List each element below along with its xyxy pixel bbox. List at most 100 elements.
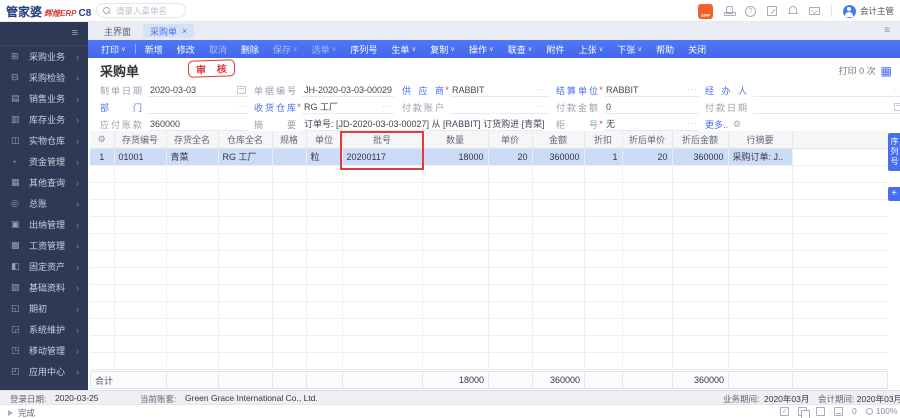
ellipsis-button[interactable]: ··· xyxy=(538,85,549,94)
compatibility-check-icon[interactable] xyxy=(780,407,789,416)
ellipsis-button[interactable]: ··· xyxy=(382,85,393,94)
table-row-empty[interactable] xyxy=(90,233,888,250)
col-header-discount[interactable]: 折扣 xyxy=(584,131,622,148)
ellipsis-button[interactable]: ··· xyxy=(687,85,698,94)
table-row-empty[interactable] xyxy=(90,301,888,318)
sidebar-item-fixed-assets[interactable]: ◧固定资产› xyxy=(0,256,88,277)
toolbar-next[interactable]: 下张∨ xyxy=(610,43,649,56)
field-accounts-payable[interactable]: 应付账款 360000 xyxy=(100,117,253,131)
col-header-warehouse[interactable]: 仓库全名 xyxy=(218,131,272,148)
field-payment-amount[interactable]: 付款金额 0 xyxy=(556,100,701,114)
table-row-empty[interactable] xyxy=(90,182,888,199)
tab-purchase-order[interactable]: 采购单 × xyxy=(143,24,194,38)
col-header-item-name[interactable]: 存货全名 xyxy=(166,131,218,148)
tab-menu-icon[interactable]: ≡ xyxy=(884,25,890,36)
stamp-icon[interactable] xyxy=(724,6,734,16)
qr-code-icon[interactable]: ▦ xyxy=(881,65,892,77)
field-payment-date[interactable]: 付款日期 xyxy=(705,100,900,114)
ellipsis-button[interactable]: ··· xyxy=(532,119,543,128)
cell-unit[interactable]: 粒 xyxy=(306,148,342,165)
col-header-spec[interactable]: 规格 xyxy=(272,131,306,148)
field-supplier[interactable]: 供应商* RABBIT··· xyxy=(402,83,552,97)
col-header-batch-no[interactable]: 批号 xyxy=(342,131,422,148)
table-row-empty[interactable] xyxy=(90,199,888,216)
col-header-unit[interactable]: 单位 xyxy=(306,131,342,148)
menu-search-box[interactable] xyxy=(96,3,186,18)
close-icon[interactable]: × xyxy=(182,26,187,36)
col-header-discounted-amount[interactable]: 折后金额 xyxy=(672,131,728,148)
cell-discounted-amount[interactable]: 360000 xyxy=(672,148,728,165)
toolbar-close[interactable]: 关闭 xyxy=(681,43,713,56)
ellipsis-button[interactable]: ··· xyxy=(538,102,549,111)
cell-warehouse[interactable]: RG 工厂 xyxy=(218,148,272,165)
sidebar-item-mobile[interactable]: ◳移动管理› xyxy=(0,340,88,361)
sidebar-item-opening-balance[interactable]: ◱期初› xyxy=(0,298,88,319)
table-row-empty[interactable] xyxy=(90,352,888,369)
more-link[interactable]: 更多.. xyxy=(705,118,728,131)
toolbar-print[interactable]: 打印∨ xyxy=(94,43,133,56)
search-input[interactable] xyxy=(114,5,178,17)
cell-batch-no[interactable]: 20200117 xyxy=(342,148,422,165)
toolbar-generate[interactable]: 生单∨ xyxy=(384,43,423,56)
col-header-discounted-price[interactable]: 折后单价 xyxy=(622,131,672,148)
sidebar-item-payroll[interactable]: ▩工资管理› xyxy=(0,235,88,256)
toolbar-new[interactable]: 新增 xyxy=(138,43,170,56)
cell-discounted-price[interactable]: 20 xyxy=(622,148,672,165)
toolbar-linked-query[interactable]: 联查∨ xyxy=(501,43,540,56)
sidebar-collapse-icon[interactable]: ≡ xyxy=(72,27,78,39)
table-row-selected[interactable]: 1 01001 青菜 RG 工厂 粒 20200117 18000 20 360… xyxy=(90,148,888,165)
calendar-icon[interactable] xyxy=(237,86,246,94)
app-promo-badge-icon[interactable]: APP xyxy=(698,4,713,19)
help-icon[interactable] xyxy=(745,6,756,17)
table-row-empty[interactable] xyxy=(90,267,888,284)
toolbar-attachment[interactable]: 附件 xyxy=(540,43,572,56)
cell-amount[interactable]: 360000 xyxy=(532,148,584,165)
toolbar-help[interactable]: 帮助 xyxy=(649,43,681,56)
cell-line-summary[interactable]: 采购订单: J.. xyxy=(728,148,792,165)
field-department[interactable]: 部门 ··· xyxy=(100,100,253,114)
col-header-line-summary[interactable]: 行摘要 xyxy=(728,131,792,148)
col-header-amount[interactable]: 金额 xyxy=(532,131,584,148)
col-header-unit-price[interactable]: 单价 xyxy=(488,131,532,148)
sidebar-item-funds[interactable]: ◔资金管理› xyxy=(0,151,88,172)
field-settlement-unit[interactable]: 结算单位* RABBIT··· xyxy=(556,83,701,97)
field-container-no[interactable]: 柜号* 无··· xyxy=(556,117,701,131)
sidebar-item-general-ledger[interactable]: ◎总账› xyxy=(0,193,88,214)
sidebar-item-other-query[interactable]: ▦其他查询› xyxy=(0,172,88,193)
toolbar-copy[interactable]: 复制∨ xyxy=(423,43,462,56)
field-doc-no[interactable]: 单据编号 JH-2020-03-03-00029··· xyxy=(254,83,396,97)
table-row-empty[interactable] xyxy=(90,216,888,233)
toolbar-previous[interactable]: 上张∨ xyxy=(572,43,611,56)
sidebar-item-purchase-inspection[interactable]: ⊟采购检验› xyxy=(0,67,88,88)
serial-number-side-tab[interactable]: 序列号 xyxy=(888,133,900,171)
field-make-date[interactable]: 制单日期 2020-03-03 xyxy=(100,83,253,97)
field-payment-account[interactable]: 付款账户 ··· xyxy=(402,100,552,114)
toolbar-action[interactable]: 操作∨ xyxy=(462,43,501,56)
col-header-item-no[interactable]: 存货编号 xyxy=(114,131,166,148)
table-row-empty[interactable] xyxy=(90,250,888,267)
tab-home[interactable]: 主界面 xyxy=(98,25,137,38)
table-row-empty[interactable] xyxy=(90,335,888,352)
grid-settings-gear-icon[interactable]: ⚙ xyxy=(98,134,106,144)
note-icon[interactable] xyxy=(767,6,777,16)
field-more[interactable]: 更多.. ⚙ xyxy=(705,117,825,131)
ellipsis-button[interactable]: ··· xyxy=(687,119,698,128)
calendar-icon[interactable] xyxy=(894,103,900,111)
toolbar-serial-number[interactable]: 序列号 xyxy=(343,43,384,56)
ellipsis-button[interactable]: ··· xyxy=(382,102,393,111)
sidebar-item-base-data[interactable]: ▨基础资料› xyxy=(0,277,88,298)
table-row-empty[interactable] xyxy=(90,284,888,301)
sidebar-item-inventory[interactable]: ▥库存业务› xyxy=(0,109,88,130)
add-row-button[interactable]: + xyxy=(888,187,900,201)
user-menu[interactable]: 会计主管 xyxy=(843,5,894,18)
sidebar-item-app-center[interactable]: ◰应用中心› xyxy=(0,361,88,382)
copy-window-icon[interactable] xyxy=(798,407,807,416)
table-row-empty[interactable] xyxy=(90,165,888,182)
cell-item-name[interactable]: 青菜 xyxy=(166,148,218,165)
cell-spec[interactable] xyxy=(272,148,306,165)
sidebar-item-cashier[interactable]: ▣出纳管理› xyxy=(0,214,88,235)
sidebar-item-system-maintenance[interactable]: ◲系统维护› xyxy=(0,319,88,340)
field-receiving-warehouse[interactable]: 收货仓库* RG 工厂··· xyxy=(254,100,396,114)
table-row-empty[interactable] xyxy=(90,318,888,335)
field-summary[interactable]: 摘要 订单号: [JD-2020-03-03-00027] 从 [RABBIT]… xyxy=(254,117,546,131)
